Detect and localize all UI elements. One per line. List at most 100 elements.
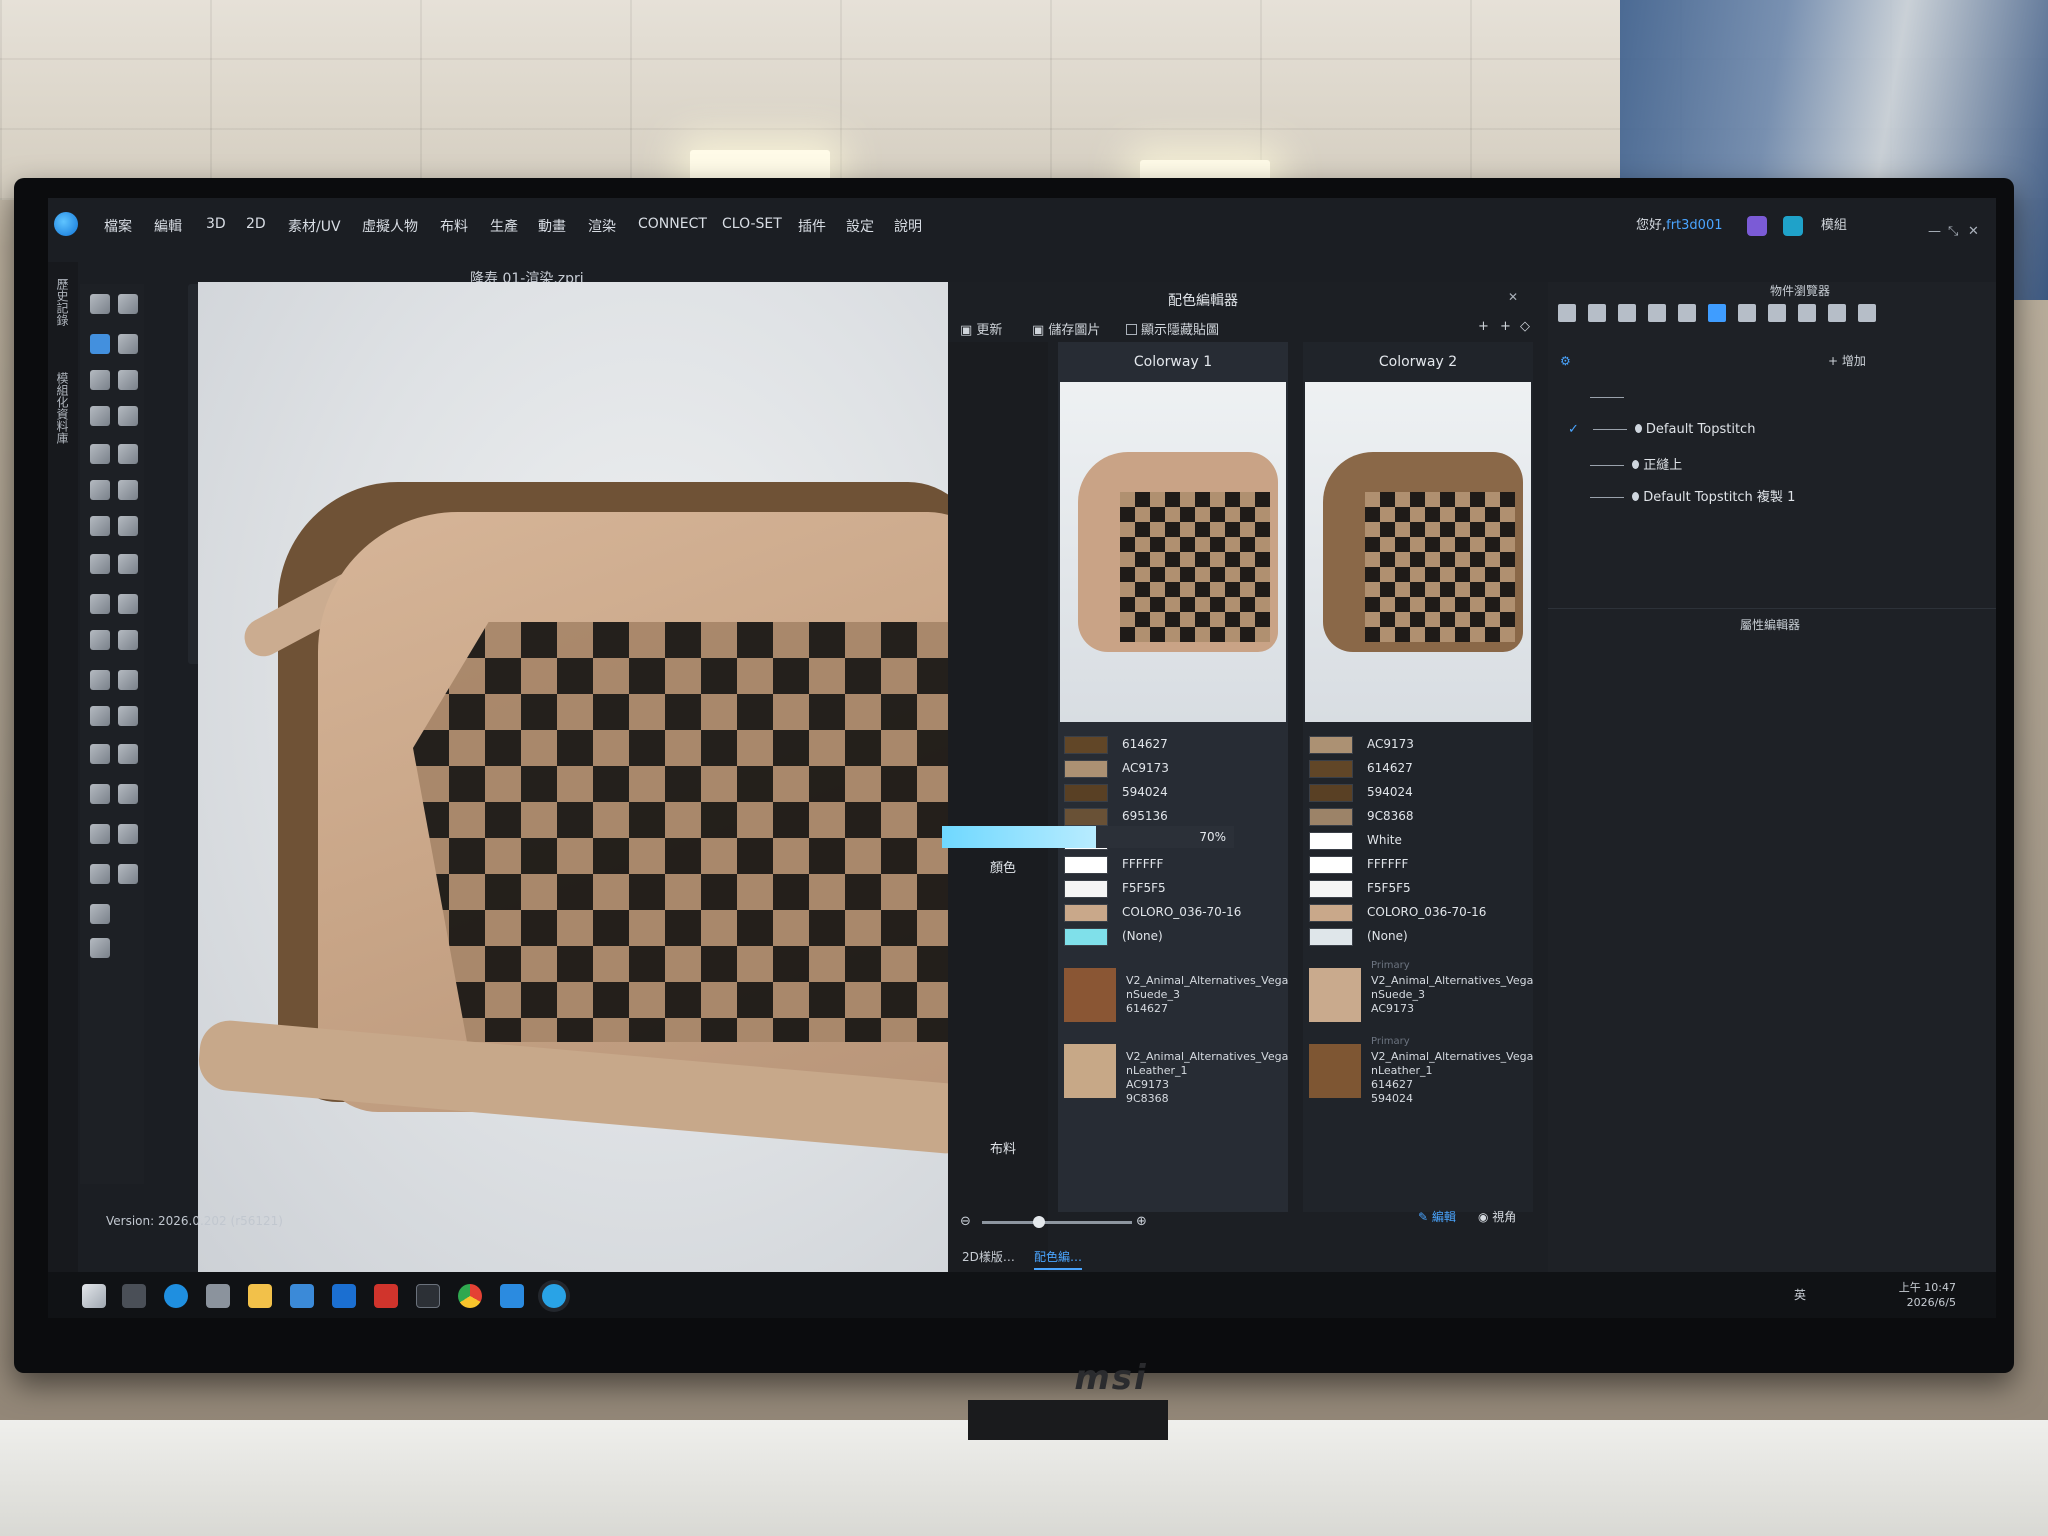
menu-settings[interactable]: 設定 bbox=[846, 216, 874, 236]
view-button[interactable]: ◉ 視角 bbox=[1478, 1208, 1516, 1225]
color-swatch-row[interactable]: FFFFFF bbox=[1064, 854, 1274, 876]
color-swatch-row[interactable]: (None) bbox=[1064, 926, 1274, 948]
menu-plugins[interactable]: 插件 bbox=[798, 216, 826, 236]
clo-taskbar-icon[interactable] bbox=[542, 1284, 566, 1308]
panel-close-icon[interactable]: ✕ bbox=[1508, 290, 1518, 304]
select-move-icon[interactable] bbox=[90, 294, 110, 314]
history-tab[interactable]: 歷史記錄 bbox=[54, 278, 71, 326]
color-swatch[interactable] bbox=[1064, 808, 1108, 826]
menu-clo-set[interactable]: CLO-SET bbox=[722, 216, 782, 232]
texture-icon[interactable] bbox=[90, 594, 110, 614]
tape-icon[interactable] bbox=[1858, 304, 1876, 322]
add-copy-icon[interactable]: + bbox=[1500, 319, 1511, 334]
start-icon[interactable] bbox=[82, 1284, 106, 1308]
zipper-icon[interactable] bbox=[90, 670, 110, 690]
color-swatch[interactable] bbox=[1309, 928, 1353, 946]
brush-icon[interactable] bbox=[90, 784, 110, 804]
color-swatch[interactable] bbox=[1064, 760, 1108, 778]
color-swatch-row[interactable]: 594024 bbox=[1309, 782, 1519, 804]
team-app-icon[interactable] bbox=[374, 1284, 398, 1308]
garment-icon[interactable] bbox=[118, 554, 138, 574]
fabric-swatch[interactable] bbox=[1309, 1044, 1361, 1098]
file-explorer-icon[interactable] bbox=[248, 1284, 272, 1308]
menu-3d[interactable]: 3D bbox=[206, 216, 226, 232]
menu-render[interactable]: 渲染 bbox=[588, 216, 616, 236]
clo-app-icon[interactable] bbox=[54, 212, 78, 236]
3d-viewport[interactable] bbox=[198, 282, 948, 1272]
menu-2d[interactable]: 2D bbox=[246, 216, 266, 232]
close-icon[interactable]: ✕ bbox=[1968, 224, 1979, 239]
photos-icon[interactable] bbox=[500, 1284, 524, 1308]
color-swatch[interactable] bbox=[1064, 928, 1108, 946]
color-swatch[interactable] bbox=[1309, 736, 1353, 754]
color-swatch-row[interactable]: FFFFFF bbox=[1309, 854, 1519, 876]
color-swatch-row[interactable]: AC9173 bbox=[1309, 734, 1519, 756]
menu-fabric[interactable]: 布料 bbox=[440, 216, 468, 236]
transform-icon[interactable] bbox=[90, 334, 110, 354]
menu-file[interactable]: 檔案 bbox=[104, 216, 132, 236]
buttonhole-icon[interactable] bbox=[1678, 304, 1696, 322]
outlook-icon[interactable] bbox=[332, 1284, 356, 1308]
measure-icon[interactable] bbox=[90, 706, 110, 726]
arrangement-icon[interactable] bbox=[90, 744, 110, 764]
colorway-thumbnail[interactable] bbox=[1060, 382, 1286, 722]
pin-point-icon[interactable] bbox=[118, 864, 138, 884]
colorway-name[interactable]: Colorway 1 bbox=[1058, 342, 1288, 378]
colorway-column[interactable]: Colorway 1614627AC9173594024695136WhiteF… bbox=[1058, 342, 1288, 1212]
topstitch-icon[interactable] bbox=[1708, 304, 1726, 322]
menu-help[interactable]: 說明 bbox=[894, 216, 922, 236]
trim-icon[interactable] bbox=[118, 670, 138, 690]
terminal-icon[interactable] bbox=[416, 1284, 440, 1308]
fold-icon[interactable] bbox=[90, 554, 110, 574]
color-swatch-row[interactable]: 614627 bbox=[1064, 734, 1274, 756]
shirring-icon[interactable] bbox=[118, 516, 138, 536]
color-swatch-row[interactable]: AC9173 bbox=[1064, 758, 1274, 780]
tape-icon[interactable] bbox=[90, 516, 110, 536]
color-swatch[interactable] bbox=[1309, 880, 1353, 898]
line-icon[interactable] bbox=[90, 824, 110, 844]
list-icon[interactable] bbox=[1558, 304, 1576, 322]
color-swatch-row[interactable]: F5F5F5 bbox=[1064, 878, 1274, 900]
color-swatch-row[interactable]: 614627 bbox=[1309, 758, 1519, 780]
steam-icon[interactable] bbox=[90, 406, 110, 426]
curve-icon[interactable] bbox=[118, 824, 138, 844]
ime-indicator[interactable]: 英 bbox=[1794, 1286, 1806, 1303]
fabric-entry[interactable]: V2_Animal_Alternatives_Vega nSuede_3 61462… bbox=[1064, 960, 1288, 1032]
edge-icon[interactable] bbox=[164, 1284, 188, 1308]
mode-dropdown[interactable]: 模組 bbox=[1821, 218, 1847, 233]
eraser-icon[interactable] bbox=[118, 784, 138, 804]
store-icon[interactable] bbox=[290, 1284, 314, 1308]
zoom-track[interactable] bbox=[982, 1221, 1132, 1224]
topstitch-tool-icon[interactable]: ⚙ bbox=[1560, 354, 1571, 368]
color-swatch[interactable] bbox=[1064, 880, 1108, 898]
pucker-icon[interactable] bbox=[118, 480, 138, 500]
fabric-icon[interactable] bbox=[1588, 304, 1606, 322]
restore-icon[interactable]: ⤡ bbox=[1948, 224, 1958, 239]
menu-connect[interactable]: CONNECT bbox=[638, 216, 707, 232]
save-image-button[interactable]: ▣ 儲存圖片 bbox=[1032, 319, 1100, 338]
topstitch-item[interactable]: Default Topstitch 複製 1 bbox=[1568, 486, 1948, 508]
color-swatch-row[interactable]: White bbox=[1309, 830, 1519, 852]
fabric-swatch[interactable] bbox=[1064, 1044, 1116, 1098]
color-swatch-row[interactable]: (None) bbox=[1309, 926, 1519, 948]
fabric-entry[interactable]: Primary V2_Animal_Alternatives_Vega nSuede… bbox=[1309, 960, 1533, 1032]
color-swatch-row[interactable]: COLORO_036-70-16 bbox=[1309, 902, 1519, 924]
color-swatch[interactable] bbox=[1309, 760, 1353, 778]
clo-set-icon[interactable] bbox=[1746, 215, 1767, 236]
share-icon[interactable] bbox=[1782, 215, 1803, 236]
fabric-entry[interactable]: Primary V2_Animal_Alternatives_Vega nLeath… bbox=[1309, 1036, 1533, 1108]
graphic-icon[interactable] bbox=[1618, 304, 1636, 322]
chrome-icon[interactable] bbox=[458, 1284, 482, 1308]
zoom-knob[interactable] bbox=[1033, 1216, 1045, 1228]
graphic-icon[interactable] bbox=[118, 594, 138, 614]
color-swatch[interactable] bbox=[1309, 904, 1353, 922]
color-swatch-row[interactable]: COLORO_036-70-16 bbox=[1064, 902, 1274, 924]
topstitch-icon[interactable] bbox=[90, 480, 110, 500]
garment-fit-icon[interactable] bbox=[118, 370, 138, 390]
shrink-icon[interactable] bbox=[118, 406, 138, 426]
user-name-link[interactable]: frt3d001 bbox=[1666, 218, 1722, 233]
pen-icon[interactable] bbox=[90, 864, 110, 884]
menu-animation[interactable]: 動畫 bbox=[538, 216, 566, 236]
color-swatch-row[interactable]: F5F5F5 bbox=[1309, 878, 1519, 900]
layer-icon[interactable] bbox=[118, 744, 138, 764]
